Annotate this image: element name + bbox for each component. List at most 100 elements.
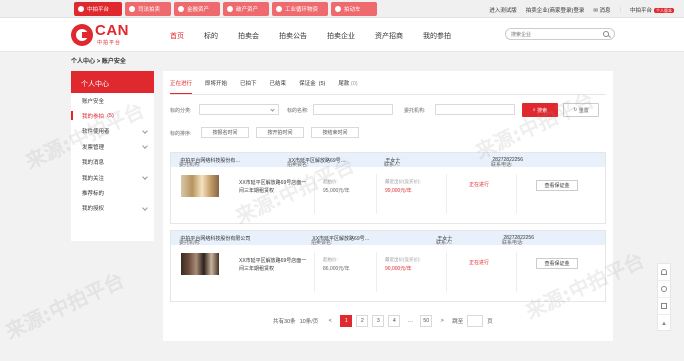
listing-title[interactable]: XX市延平区解放路69号店面一间三年期租赁权 <box>239 257 309 273</box>
up-arrow-icon[interactable]: ▲ <box>658 315 670 332</box>
tab-in-progress[interactable]: 正在进行 <box>170 79 193 94</box>
view-deposit-button[interactable]: 查看保证金 <box>536 180 578 191</box>
tab-won[interactable]: 已拍下 <box>240 79 257 94</box>
org-field[interactable] <box>435 104 515 115</box>
page-3[interactable]: 3 <box>372 315 385 327</box>
reset-button[interactable]: ↻ 重置 <box>563 103 599 117</box>
listing-header: 委托机构: 中拍平台网络科技股份有限公司 拍卖会名: XX市延平区解放路69号…… <box>171 231 605 246</box>
divider <box>446 252 447 292</box>
refresh-icon[interactable] <box>658 281 670 298</box>
sort-by-start[interactable]: 按开拍时间 <box>256 127 304 138</box>
chevron-down-icon <box>142 174 148 180</box>
listing-title[interactable]: XX市延平区解放路69号店面一间三年期租赁权 <box>239 179 309 195</box>
messages-link[interactable]: ✉ 消息 <box>593 6 610 14</box>
nav-companies[interactable]: 拍卖企业 <box>327 31 355 41</box>
toptab-bankruptcy[interactable]: 破产资产 <box>223 2 269 16</box>
sidebar: 个人中心 账户安全 我的参拍 (5) 软件使用者 发票管理 我的消息 我的关注 … <box>71 71 154 241</box>
category-select[interactable] <box>199 104 279 115</box>
nav-my-bids[interactable]: 我的参拍 <box>423 31 451 41</box>
tabs-divider <box>170 94 606 95</box>
breadcrumb: 个人中心 > 账户安全 <box>71 56 126 65</box>
tab-ended[interactable]: 已结束 <box>270 79 287 94</box>
chevron-down-icon <box>270 107 275 112</box>
tab-balance[interactable]: 尾款 (0) <box>338 79 357 94</box>
sort-by-end[interactable]: 按结束时间 <box>311 127 359 138</box>
test-version-link[interactable]: 进入测试版 <box>489 6 517 14</box>
main-header: CAN 中拍平台 首页 标的 拍卖会 拍卖公告 拍卖企业 资产招商 我的参拍 <box>0 18 684 52</box>
toptab-industrial[interactable]: 工业循环物资 <box>272 2 328 16</box>
prev-page-button[interactable]: < <box>324 315 337 327</box>
page-1[interactable]: 1 <box>340 315 353 327</box>
divider: | <box>619 7 621 13</box>
page-4[interactable]: 4 <box>388 315 401 327</box>
chevron-down-icon <box>142 143 148 150</box>
watermark: 来源:中拍平台 <box>1 267 128 344</box>
chevron-down-icon <box>142 204 148 211</box>
sidebar-item-recommended[interactable]: 推荐标的 <box>71 185 154 200</box>
breadcrumb-root[interactable]: 个人中心 <box>71 59 95 65</box>
page-ellipsis: … <box>404 315 417 327</box>
nav-announcements[interactable]: 拍卖公告 <box>279 31 307 41</box>
tab-deposit[interactable]: 保证金 (5) <box>299 79 325 94</box>
car-icon <box>335 6 341 12</box>
headset-icon[interactable] <box>658 264 670 281</box>
sidebar-item-my-bids[interactable]: 我的参拍 (5) <box>71 108 154 123</box>
listing-thumbnail[interactable] <box>181 175 219 197</box>
divider <box>446 174 447 214</box>
document-icon[interactable] <box>658 298 670 315</box>
divider <box>376 174 377 214</box>
breadcrumb-current: 账户安全 <box>101 59 126 65</box>
nav-auctions[interactable]: 拍卖会 <box>238 31 259 41</box>
listing-header: 委托机构: 中拍平台网络科技股份有… 拍卖会名: XX市延平区解放路69号… 联… <box>171 153 605 168</box>
divider <box>314 174 315 214</box>
start-price-label: 起拍价: <box>323 257 338 262</box>
next-page-button[interactable]: > <box>436 315 449 327</box>
toptab-zhongpai[interactable]: 中拍平台 <box>74 2 122 16</box>
nav-home[interactable]: 首页 <box>170 31 184 41</box>
jump-label: 跳至 <box>452 319 464 325</box>
toptab-auto[interactable]: 拍动车 <box>331 2 377 16</box>
toptab-judicial[interactable]: 司法拍卖 <box>125 2 171 16</box>
total-count: 共有30条 <box>273 319 296 325</box>
main-nav: 首页 标的 拍卖会 拍卖公告 拍卖企业 资产招商 我的参拍 <box>170 31 471 41</box>
listing-thumbnail[interactable] <box>181 253 219 275</box>
search-icon[interactable] <box>603 31 609 37</box>
company-search <box>505 28 615 40</box>
sidebar-item-software-users[interactable]: 软件使用者 <box>71 124 154 139</box>
start-price: 86,000元/年 <box>323 266 350 272</box>
page-50[interactable]: 50 <box>420 315 433 327</box>
view-deposit-button[interactable]: 查看保证金 <box>536 258 578 269</box>
nav-items[interactable]: 标的 <box>204 31 218 41</box>
current-price-label: 最近出价(竞买价): <box>385 179 421 184</box>
home-icon <box>78 6 84 12</box>
divider <box>314 252 315 292</box>
pagination: 共有30条 10条/页 < 1 2 3 4 … 50 > 跳至 页 <box>273 315 493 327</box>
sidebar-item-invoices[interactable]: 发票管理 <box>71 139 154 154</box>
status-tabs: 正在进行 即将开始 已拍下 已结束 保证金 (5) 尾款 (0) <box>170 79 371 94</box>
org-label: 委托机构: <box>404 108 426 114</box>
search-input[interactable] <box>511 30 597 39</box>
status-badge: 正在进行 <box>469 260 490 266</box>
toptab-financial[interactable]: 金融资产 <box>174 2 220 16</box>
main-panel: 正在进行 即将开始 已拍下 已结束 保证金 (5) 尾款 (0) 标的分类: 标… <box>163 71 613 341</box>
breadcrumb-sep: > <box>96 59 101 65</box>
search-button[interactable]: ⌕ 搜索 <box>522 103 558 117</box>
sidebar-item-account-security[interactable]: 账户安全 <box>71 93 154 108</box>
can-logo[interactable]: CAN 中拍平台 <box>71 22 135 48</box>
current-price-label: 最近出价(竞买价): <box>385 257 421 262</box>
jump-page-input[interactable] <box>467 315 484 327</box>
tab-upcoming[interactable]: 即将开始 <box>205 79 227 94</box>
login-link[interactable]: 拍卖企业(商家登录)登录 <box>526 6 585 14</box>
sort-label: 标的排序: <box>170 131 192 137</box>
sidebar-item-messages[interactable]: 我的消息 <box>71 155 154 170</box>
page-size-select[interactable]: 10条/页 <box>300 317 319 325</box>
sort-by-signup[interactable]: 按报名时间 <box>201 127 249 138</box>
nav-investment[interactable]: 资产招商 <box>375 31 403 41</box>
divider <box>516 252 517 292</box>
platform-link[interactable]: 中拍平台 个人版本 <box>630 6 674 14</box>
sidebar-item-follows[interactable]: 我的关注 <box>71 170 154 185</box>
name-field[interactable] <box>313 104 393 115</box>
sidebar-item-authorizations[interactable]: 我的授权 <box>71 201 154 216</box>
chevron-down-icon <box>142 127 148 134</box>
page-2[interactable]: 2 <box>356 315 369 327</box>
